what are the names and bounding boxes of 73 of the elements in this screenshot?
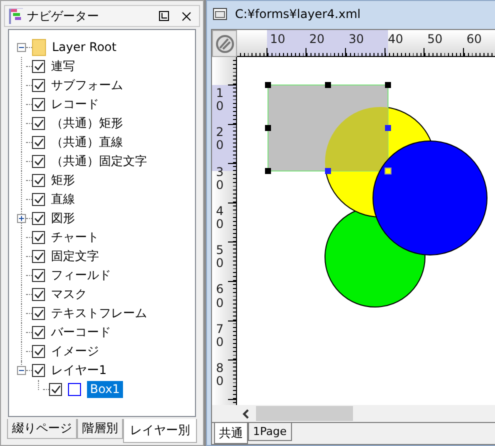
ruler-label: 40 — [216, 204, 225, 234]
checkbox[interactable] — [32, 307, 45, 320]
page-tab[interactable]: 1Page — [248, 423, 292, 441]
window-title: C:¥forms¥layer4.xml — [235, 6, 361, 23]
tree-item[interactable]: （共通）固定文字 — [48, 153, 150, 170]
restore-icon — [159, 11, 169, 21]
tree-item[interactable]: Layer Root — [49, 39, 120, 56]
tree-item[interactable]: （共通）直線 — [48, 134, 126, 151]
ruler-label: 60 — [465, 31, 483, 48]
checkbox[interactable] — [32, 326, 45, 339]
tree-item[interactable]: 固定文字 — [48, 248, 102, 265]
checkbox[interactable] — [32, 60, 45, 73]
minus-icon — [18, 44, 25, 51]
checkbox[interactable] — [32, 174, 45, 187]
tree-item[interactable]: イメージ — [48, 343, 102, 360]
tree-item[interactable]: レコード — [48, 96, 102, 113]
checkbox[interactable] — [32, 231, 45, 244]
window-icon — [213, 8, 227, 20]
checkbox[interactable] — [32, 212, 45, 225]
ruler-label: 80 — [216, 362, 225, 390]
tree-item[interactable]: マスク — [48, 286, 90, 303]
checkbox[interactable] — [32, 193, 45, 206]
tree-item[interactable]: 連写 — [48, 58, 78, 75]
checkbox[interactable] — [32, 364, 45, 377]
minus-icon — [18, 367, 25, 374]
ruler-corner-icon[interactable] — [214, 34, 234, 54]
panel-tab[interactable]: 階層別 — [77, 419, 123, 439]
close-icon — [182, 12, 190, 20]
checkbox[interactable] — [32, 136, 45, 149]
panel-tab[interactable]: レイヤー別 — [123, 419, 197, 443]
ruler-label: 30 — [216, 166, 225, 194]
ruler-label: 40 — [386, 31, 404, 48]
collapse-toggle[interactable] — [17, 366, 26, 375]
checkbox[interactable] — [32, 269, 45, 282]
ruler-label: 20 — [216, 126, 225, 154]
checkbox[interactable] — [32, 98, 45, 111]
tree-item[interactable]: 直線 — [48, 191, 78, 208]
folder-icon — [32, 38, 46, 57]
panel-tab[interactable]: 綴りページ — [7, 419, 77, 439]
checkbox[interactable] — [32, 250, 45, 263]
navigator-icon — [9, 8, 23, 24]
collapse-toggle[interactable] — [17, 43, 26, 52]
checkbox[interactable] — [32, 155, 45, 168]
ruler-label: 10 — [216, 87, 225, 116]
checkbox[interactable] — [32, 79, 45, 92]
tree-item[interactable]: 図形 — [48, 210, 78, 227]
tree-item[interactable]: サブフォーム — [48, 77, 126, 94]
checkbox[interactable] — [32, 117, 45, 130]
tree-item[interactable]: Box1 — [87, 381, 123, 398]
ruler-label: 50 — [216, 244, 225, 272]
ruler-label: 50 — [426, 31, 444, 48]
tree-item[interactable]: フィールド — [48, 267, 114, 284]
scroll-left-icon[interactable] — [242, 408, 250, 418]
tree-item[interactable]: レイヤー1 — [48, 362, 110, 379]
ruler-label: 30 — [348, 31, 365, 48]
tree-item[interactable]: チャート — [48, 229, 102, 246]
expand-toggle[interactable] — [17, 214, 26, 223]
ruler-label: 10 — [269, 31, 286, 48]
checkbox[interactable] — [32, 288, 45, 301]
tree-item[interactable]: バーコード — [48, 324, 114, 341]
ruler-label: 60 — [216, 283, 225, 312]
rectangle-icon — [68, 383, 81, 396]
tree-item[interactable]: 矩形 — [48, 172, 78, 189]
ruler-label: 70 — [216, 322, 225, 351]
tree-item[interactable]: （共通）矩形 — [48, 115, 126, 132]
page-tab[interactable]: 共通 — [214, 423, 248, 444]
tree-item[interactable]: テキストフレーム — [48, 305, 150, 322]
checkbox[interactable] — [32, 345, 45, 358]
plus-icon — [18, 215, 25, 222]
checkbox[interactable] — [49, 383, 62, 396]
scrollbar-thumb[interactable] — [256, 406, 353, 421]
ruler-label: 20 — [308, 31, 326, 48]
panel-title: ナビゲーター — [27, 8, 100, 25]
